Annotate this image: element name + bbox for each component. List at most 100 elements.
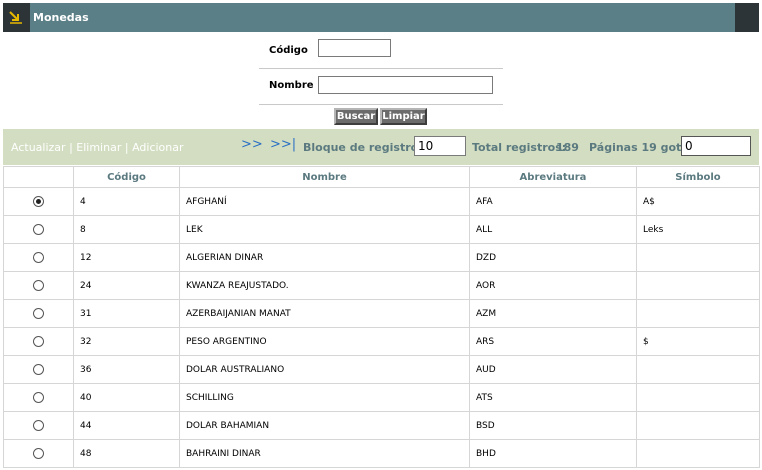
title-bar-end [735, 3, 759, 32]
grid-toolbar: Actualizar | Eliminar | Adicionar >> >>|… [3, 129, 759, 165]
actualizar-link[interactable]: Actualizar [11, 141, 66, 154]
row-radio-button[interactable] [33, 196, 44, 207]
total-value: 189 [556, 141, 579, 154]
cell-codigo: 40 [73, 383, 180, 412]
cell-nombre: SCHILLING [179, 383, 470, 412]
cell-abrev: DZD [469, 243, 637, 272]
cell-codigo: 44 [73, 411, 180, 440]
nombre-row: Nombre [259, 69, 503, 105]
row-radio-button[interactable] [33, 336, 44, 347]
paginas-label: Páginas 19 goto: [589, 141, 694, 154]
row-radio-button[interactable] [33, 448, 44, 459]
table-row[interactable]: 4 AFGHANÍ AFA A$ [3, 187, 760, 216]
row-select-cell [3, 411, 74, 440]
search-form: Código Nombre [259, 34, 503, 105]
nombre-label: Nombre [269, 80, 314, 91]
table-row[interactable]: 40 SCHILLING ATS [3, 383, 760, 412]
table-row[interactable]: 44 DOLAR BAHAMIAN BSD [3, 411, 760, 440]
action-links: Actualizar | Eliminar | Adicionar [11, 141, 184, 154]
cell-simbolo: $ [636, 327, 760, 356]
last-page-link[interactable]: >>| [270, 137, 296, 152]
row-select-cell [3, 215, 74, 244]
cell-nombre: LEK [179, 215, 470, 244]
column-header-nombre[interactable]: Nombre [179, 166, 470, 188]
row-select-cell [3, 439, 74, 468]
cell-nombre: ALGERIAN DINAR [179, 243, 470, 272]
cell-abrev: ALL [469, 215, 637, 244]
separator: | [69, 141, 73, 154]
currency-table: Código Nombre Abreviatura Símbolo 4 AFGHA… [3, 166, 760, 468]
cell-abrev: BHD [469, 439, 637, 468]
row-radio-button[interactable] [33, 224, 44, 235]
buscar-button[interactable]: Buscar [334, 108, 378, 125]
table-row[interactable]: 31 AZERBAIJANIAN MANAT AZM [3, 299, 760, 328]
bloque-input[interactable] [414, 136, 466, 156]
bloque-label: Bloque de registros: [303, 141, 430, 154]
row-select-cell [3, 187, 74, 216]
cell-nombre: KWANZA REAJUSTADO. [179, 271, 470, 300]
eliminar-link[interactable]: Eliminar [76, 141, 121, 154]
row-radio-button[interactable] [33, 252, 44, 263]
title-bar: Monedas [3, 3, 759, 32]
cell-simbolo [636, 299, 760, 328]
column-header-simbolo[interactable]: Símbolo [636, 166, 760, 188]
cell-codigo: 8 [73, 215, 180, 244]
row-radio-button[interactable] [33, 308, 44, 319]
cell-codigo: 32 [73, 327, 180, 356]
cell-codigo: 36 [73, 355, 180, 384]
row-select-cell [3, 383, 74, 412]
cell-abrev: ATS [469, 383, 637, 412]
row-select-cell [3, 327, 74, 356]
cell-nombre: AFGHANÍ [179, 187, 470, 216]
column-header-select [3, 166, 74, 188]
table-row[interactable]: 36 DOLAR AUSTRALIANO AUD [3, 355, 760, 384]
cell-codigo: 31 [73, 299, 180, 328]
table-row[interactable]: 8 LEK ALL Leks [3, 215, 760, 244]
cell-codigo: 12 [73, 243, 180, 272]
next-page-link[interactable]: >> [241, 137, 263, 152]
cell-simbolo: Leks [636, 215, 760, 244]
cell-abrev: BSD [469, 411, 637, 440]
nombre-input[interactable] [318, 76, 493, 94]
row-radio-button[interactable] [33, 364, 44, 375]
cell-simbolo [636, 383, 760, 412]
cell-nombre: BAHRAINI DINAR [179, 439, 470, 468]
cell-simbolo [636, 411, 760, 440]
table-row[interactable]: 48 BAHRAINI DINAR BHD [3, 439, 760, 468]
total-label: Total registros: [472, 141, 567, 154]
row-select-cell [3, 243, 74, 272]
cell-nombre: PESO ARGENTINO [179, 327, 470, 356]
cell-simbolo [636, 243, 760, 272]
cell-simbolo [636, 355, 760, 384]
row-select-cell [3, 355, 74, 384]
row-radio-button[interactable] [33, 420, 44, 431]
table-header-row: Código Nombre Abreviatura Símbolo [3, 166, 760, 188]
cell-nombre: DOLAR BAHAMIAN [179, 411, 470, 440]
cell-codigo: 24 [73, 271, 180, 300]
page-title: Monedas [33, 11, 89, 24]
codigo-input[interactable] [318, 39, 391, 57]
row-select-cell [3, 299, 74, 328]
cell-nombre: AZERBAIJANIAN MANAT [179, 299, 470, 328]
table-row[interactable]: 12 ALGERIAN DINAR DZD [3, 243, 760, 272]
cell-abrev: AFA [469, 187, 637, 216]
table-row[interactable]: 32 PESO ARGENTINO ARS $ [3, 327, 760, 356]
cell-abrev: AOR [469, 271, 637, 300]
cell-nombre: DOLAR AUSTRALIANO [179, 355, 470, 384]
cell-abrev: ARS [469, 327, 637, 356]
cell-abrev: AUD [469, 355, 637, 384]
row-radio-button[interactable] [33, 392, 44, 403]
column-header-abreviatura[interactable]: Abreviatura [469, 166, 637, 188]
codigo-row: Código [259, 34, 503, 69]
adicionar-link[interactable]: Adicionar [132, 141, 183, 154]
column-header-codigo[interactable]: Código [73, 166, 180, 188]
goto-input[interactable] [681, 136, 751, 156]
cell-codigo: 48 [73, 439, 180, 468]
codigo-label: Código [269, 45, 308, 56]
row-select-cell [3, 271, 74, 300]
limpiar-button[interactable]: Limpiar [380, 108, 427, 125]
row-radio-button[interactable] [33, 280, 44, 291]
table-row[interactable]: 24 KWANZA REAJUSTADO. AOR [3, 271, 760, 300]
cell-codigo: 4 [73, 187, 180, 216]
collapse-arrow-icon[interactable] [3, 3, 30, 32]
